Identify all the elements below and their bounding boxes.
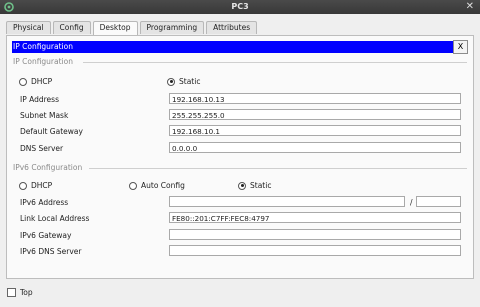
ipv6-dhcp-radio[interactable]: DHCP <box>19 181 52 190</box>
ipv6-auto-config-radio-indicator <box>129 181 137 190</box>
top-checkbox-box <box>7 288 16 297</box>
window-title: PC3 <box>231 2 249 11</box>
ipv6-auto-config-radio[interactable]: Auto Config <box>129 181 185 190</box>
ipv6-dns-server-field[interactable] <box>169 245 461 256</box>
ipv6-static-label: Static <box>250 181 272 190</box>
ipv6-gateway-field[interactable] <box>169 229 461 240</box>
ipv4-section-divider <box>83 62 467 63</box>
link-local-address-field[interactable]: FE80::201:C7FF:FEC8:4797 <box>169 212 461 223</box>
ip-configuration-header: IP Configuration X <box>12 40 468 54</box>
ipv6-auto-config-label: Auto Config <box>141 181 185 190</box>
window-close-icon[interactable]: ✕ <box>466 1 474 12</box>
window-titlebar: PC3 ✕ <box>0 0 480 14</box>
subnet-mask-label: Subnet Mask <box>20 111 69 120</box>
desktop-panel: IP Configuration X IP Configuration DHCP… <box>6 35 474 279</box>
ipv4-dhcp-radio-indicator <box>19 77 27 86</box>
ipv4-static-label: Static <box>179 77 201 86</box>
tab-programming[interactable]: Programming <box>139 21 205 34</box>
ipv6-gateway-label: IPv6 Gateway <box>20 231 72 240</box>
ipv4-section-label: IP Configuration <box>13 57 73 66</box>
default-gateway-field[interactable]: 192.168.10.1 <box>169 125 461 136</box>
ipv6-static-radio-indicator <box>238 181 246 190</box>
ip-configuration-header-label: IP Configuration <box>13 42 73 51</box>
ipv6-address-label: IPv6 Address <box>20 198 69 207</box>
tab-bar: Physical Config Desktop Programming Attr… <box>6 21 259 35</box>
tab-attributes[interactable]: Attributes <box>206 21 258 34</box>
ipv6-dhcp-label: DHCP <box>31 181 53 190</box>
dns-server-label: DNS Server <box>20 144 64 153</box>
ipv4-dhcp-radio[interactable]: DHCP <box>19 77 52 86</box>
ipv4-dhcp-label: DHCP <box>31 77 53 86</box>
ipv6-dns-server-label: IPv6 DNS Server <box>20 247 82 256</box>
ip-address-label: IP Address <box>20 95 59 104</box>
dns-server-field[interactable]: 0.0.0.0 <box>169 142 461 153</box>
top-checkbox[interactable]: Top <box>7 288 33 297</box>
ip-address-field[interactable]: 192.168.10.13 <box>169 93 461 104</box>
ip-configuration-close-button[interactable]: X <box>453 40 468 54</box>
link-local-address-label: Link Local Address <box>20 214 90 223</box>
tab-desktop[interactable]: Desktop <box>92 21 138 35</box>
default-gateway-label: Default Gateway <box>20 127 83 136</box>
subnet-mask-field[interactable]: 255.255.255.0 <box>169 109 461 120</box>
ipv4-static-radio[interactable]: Static <box>167 77 200 86</box>
ipv6-static-radio[interactable]: Static <box>238 181 271 190</box>
tab-config[interactable]: Config <box>52 21 91 34</box>
ipv6-dhcp-radio-indicator <box>19 181 27 190</box>
ipv6-section-label: IPv6 Configuration <box>13 163 83 172</box>
ipv6-section-divider <box>89 168 467 169</box>
top-checkbox-label: Top <box>20 288 33 297</box>
ipv6-address-field[interactable] <box>169 196 405 207</box>
ipv6-prefix-field[interactable] <box>416 196 461 207</box>
ipv6-prefix-separator: / <box>410 198 413 207</box>
ipv4-static-radio-indicator <box>167 77 175 86</box>
tab-physical[interactable]: Physical <box>6 21 51 34</box>
